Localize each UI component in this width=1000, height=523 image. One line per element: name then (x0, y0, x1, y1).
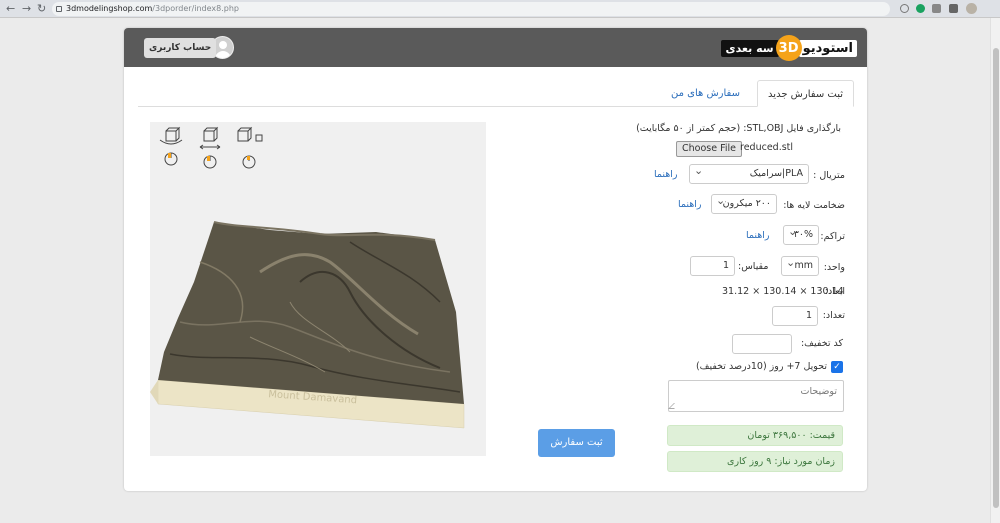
url-path: /3dporder/index8.php (152, 4, 240, 13)
count-input[interactable]: 1 (772, 306, 818, 326)
selected-file-name: reduced.stl (740, 142, 794, 153)
page-scrollbar[interactable] (990, 18, 1000, 523)
notes-placeholder: توضیحات (800, 386, 837, 397)
submit-order-button[interactable]: ثبت سفارش (538, 429, 615, 457)
zoom-icon[interactable] (900, 4, 909, 13)
address-bar[interactable]: 3dmodelingshop.com/3dporder/index8.php (52, 2, 890, 16)
density-label: تراکم: (820, 231, 845, 242)
notes-textarea[interactable]: توضیحات (668, 380, 844, 412)
material-value: PLA|سرامیک (749, 168, 803, 179)
scale-label: مقیاس: (738, 261, 769, 272)
puzzle-icon[interactable] (949, 4, 958, 13)
material-select[interactable]: PLA|سرامیک (689, 162, 809, 184)
count-value[interactable]: 1 (806, 310, 812, 321)
grammarly-icon[interactable] (916, 4, 925, 13)
unit-label: واحد: (823, 262, 845, 273)
delivery-label: تحویل 7+ روز (10درصد تخفیف) (695, 361, 827, 372)
price-alert: قیمت: ۳۶۹,۵۰۰ تومان (667, 425, 843, 446)
lock-icon (56, 6, 62, 12)
layer-thickness-label: ضخامت لایه ها: (783, 200, 845, 211)
material-label: متریال : (813, 170, 845, 181)
time-alert: زمان مورد نیاز: ۹ روز کاری (667, 451, 843, 472)
density-value: ۳۰% (793, 229, 813, 240)
delivery-checkbox[interactable]: ✓ (831, 361, 843, 373)
logo-3d-badge: 3D (775, 35, 802, 61)
scale-value[interactable]: 1 (723, 260, 729, 271)
order-form: بارگذاری فایل STL,OBJ: (حجم کمتر از ۵۰ م… (124, 28, 867, 491)
resize-grip-icon[interactable] (668, 403, 680, 409)
unit-value: mm (794, 260, 813, 271)
layer-thickness-value: ۲۰۰ میکرون (722, 198, 771, 209)
reload-icon[interactable]: ↻ (37, 2, 46, 16)
count-label: تعداد: (822, 310, 845, 321)
unit-select[interactable]: mm (781, 254, 819, 276)
extension-icon[interactable] (932, 4, 941, 13)
order-card: استودیو 3D سه بعدی حساب کاربری ثبت سفارش… (124, 28, 867, 491)
profile-avatar[interactable] (966, 3, 977, 14)
browser-toolbar: ← → ↻ 3dmodelingshop.com/3dporder/index8… (0, 0, 1000, 18)
scrollbar-thumb[interactable] (993, 48, 999, 508)
material-guide-link[interactable]: راهنما (654, 169, 678, 180)
url-host: 3dmodelingshop.com (66, 4, 153, 13)
back-icon[interactable]: ← (6, 2, 15, 16)
discount-label: کد تخفیف: (800, 338, 843, 349)
density-select[interactable]: ۳۰% (783, 223, 819, 245)
scale-input[interactable]: 1 (690, 256, 735, 276)
dimensions-value: 31.12 × 130.14 × 130.14 (722, 286, 844, 297)
discount-input[interactable] (732, 334, 792, 354)
choose-file-button[interactable]: Choose File (676, 141, 742, 157)
forward-icon[interactable]: → (22, 2, 31, 16)
density-guide-link[interactable]: راهنما (746, 230, 770, 241)
layer-guide-link[interactable]: راهنما (678, 199, 702, 210)
layer-thickness-select[interactable]: ۲۰۰ میکرون (711, 192, 777, 214)
upload-label: بارگذاری فایل STL,OBJ: (حجم کمتر از ۵۰ م… (636, 123, 841, 134)
